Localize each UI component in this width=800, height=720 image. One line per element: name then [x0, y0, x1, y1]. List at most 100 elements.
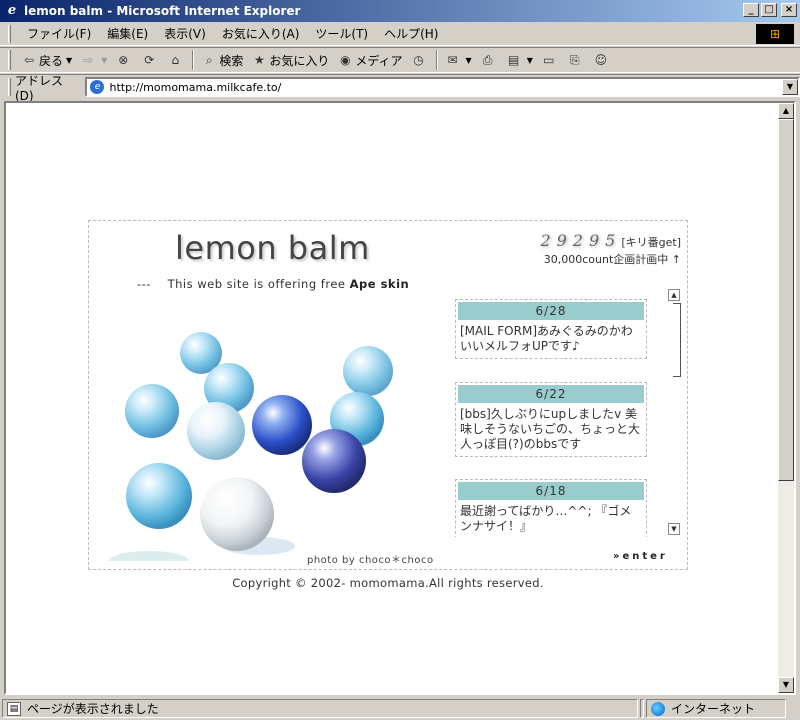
messenger-icon: ☺: [594, 53, 608, 67]
research-icon: ⎘: [570, 53, 580, 67]
scroll-thumb[interactable]: [778, 119, 794, 481]
refresh-button[interactable]: ⟳: [137, 49, 163, 71]
discuss-icon: ▭: [543, 53, 555, 67]
home-icon: ⌂: [171, 53, 180, 67]
back-arrow-icon: ⇦: [23, 53, 35, 67]
news-text: 最近謝ってばかり…^^; 『ゴメンナサイ！』: [460, 504, 632, 533]
media-label: メディア: [355, 53, 403, 68]
status-cell: [640, 699, 644, 718]
site-tagline: --- This web site is offering free Ape s…: [137, 277, 409, 291]
menu-view[interactable]: 表示(V): [156, 25, 214, 42]
stop-button[interactable]: ⊗: [111, 49, 137, 71]
security-zone: インターネット: [646, 699, 786, 718]
status-main: ▤ ページが表示されました: [2, 699, 638, 718]
page-viewport[interactable]: lemon balm --- This web site is offering…: [4, 101, 796, 695]
news-scroll-up-icon[interactable]: ▲: [668, 289, 680, 301]
media-button[interactable]: ◉ メディア: [333, 49, 406, 71]
menu-edit[interactable]: 編集(E): [99, 25, 156, 42]
menu-file[interactable]: ファイル(F): [19, 25, 99, 42]
maximize-button[interactable]: □: [761, 3, 777, 17]
news-scroll-down-icon[interactable]: ▼: [668, 523, 680, 535]
mail-button[interactable]: ✉ ▼: [441, 49, 476, 71]
back-dropdown-icon[interactable]: ▼: [66, 56, 72, 65]
address-bar: アドレス(D) e http://momomama.milkcafe.to/ ▼: [0, 74, 800, 103]
news-text: [bbs]久しぶりにupしましたv 美味しそうないちごの、ちょっと大人っぽ目(?…: [460, 407, 641, 451]
address-input[interactable]: e http://momomama.milkcafe.to/ ▼: [85, 77, 800, 97]
zone-text: インターネット: [671, 702, 756, 716]
counter-note: 30,000count企画計画中 ↑: [543, 253, 681, 266]
news-panel[interactable]: 6/28 [MAIL FORM]あみぐるみのかわいいメルフォUPです♪ 6/22…: [455, 289, 681, 537]
page-vertical-scrollbar[interactable]: ▲ ▼: [778, 103, 794, 693]
favorites-icon: ★: [253, 53, 265, 67]
close-button[interactable]: ×: [781, 3, 797, 17]
edit-button[interactable]: ▤ ▼: [502, 49, 537, 71]
scroll-down-icon[interactable]: ▼: [778, 677, 794, 693]
status-bar: ▤ ページが表示されました インターネット: [0, 697, 800, 720]
copyright-text: Copyright © 2002- momomama.All rights re…: [232, 576, 544, 590]
refresh-icon: ⟳: [144, 53, 155, 67]
stop-icon: ⊗: [118, 53, 129, 67]
back-label: 戻る: [39, 53, 64, 68]
discuss-button[interactable]: ▭: [537, 49, 563, 71]
menu-favorites[interactable]: お気に入り(A): [214, 25, 308, 42]
menu-help[interactable]: ヘルプ(H): [376, 25, 446, 42]
news-item: 6/18 最近謝ってばかり…^^; 『ゴメンナサイ！』: [455, 479, 647, 537]
address-dropdown-button[interactable]: ▼: [782, 79, 798, 95]
marbles-photo: [89, 331, 399, 561]
search-label: 検索: [219, 53, 244, 68]
news-scroll-thumb[interactable]: [673, 303, 681, 377]
history-button[interactable]: ◷: [407, 49, 433, 71]
news-scrollbar[interactable]: ▲ ▼: [667, 289, 681, 537]
site-frame: lemon balm --- This web site is offering…: [88, 220, 688, 570]
news-date: 6/22: [458, 385, 644, 403]
home-button[interactable]: ⌂: [163, 49, 189, 71]
internet-zone-icon: [651, 701, 665, 716]
address-url: http://momomama.milkcafe.to/: [109, 80, 282, 94]
windows-logo-icon: ⊞: [756, 24, 794, 44]
address-label: アドレス(D): [15, 73, 64, 103]
counter-digits: 29295: [540, 231, 622, 250]
print-button[interactable]: ⎙: [476, 49, 502, 71]
edit-icon: ▤: [508, 53, 520, 67]
forward-button[interactable]: ⇨ ▼: [76, 49, 111, 71]
toolbar-grip[interactable]: [8, 24, 11, 43]
forward-dropdown-icon[interactable]: ▼: [101, 56, 107, 65]
news-date: 6/28: [458, 302, 644, 320]
page-done-icon: ▤: [7, 701, 21, 716]
photo-credit: photo by choco＊choco: [307, 555, 434, 566]
favorites-button[interactable]: ★ お気に入り: [247, 49, 333, 71]
tagline-skin-name: Ape skin: [349, 277, 410, 291]
toolbar-separator: [192, 50, 195, 70]
page-icon: e: [90, 80, 105, 94]
ie-logo-icon: e: [7, 3, 17, 18]
back-button[interactable]: ⇦ 戻る ▼: [17, 49, 76, 71]
news-item: 6/22 [bbs]久しぶりにupしましたv 美味しそうないちごの、ちょっと大人…: [455, 382, 647, 457]
tagline-text: --- This web site is offering free: [137, 277, 350, 291]
search-icon: ⌕: [205, 53, 213, 67]
research-button[interactable]: ⎘: [563, 49, 589, 71]
minimize-button[interactable]: _: [743, 3, 759, 17]
scroll-up-icon[interactable]: ▲: [778, 103, 794, 119]
menu-bar: ファイル(F) 編集(E) 表示(V) お気に入り(A) ツール(T) ヘルプ(…: [0, 22, 800, 46]
search-button[interactable]: ⌕ 検索: [197, 49, 247, 71]
history-icon: ◷: [413, 53, 424, 67]
toolbar-separator: [435, 50, 438, 70]
window-title: lemon balm - Microsoft Internet Explorer: [24, 4, 301, 18]
site-title: lemon balm: [175, 229, 370, 267]
status-text: ページが表示されました: [27, 702, 159, 716]
menu-tools[interactable]: ツール(T): [307, 25, 376, 42]
access-counter: 29295[キリ番get] 30,000count企画計画中 ↑: [540, 231, 681, 267]
standard-toolbar: ⇦ 戻る ▼ ⇨ ▼ ⊗ ⟳ ⌂ ⌕ 検索 ★ お気に入り ◉ メディア ◷ ✉…: [0, 47, 800, 73]
window-title-bar[interactable]: e lemon balm - Microsoft Internet Explor…: [0, 0, 800, 22]
edit-dropdown-icon[interactable]: ▼: [527, 56, 533, 65]
toolbar-grip[interactable]: [8, 50, 11, 70]
toolbar-grip[interactable]: [8, 78, 11, 96]
print-icon: ⎙: [482, 53, 493, 67]
mail-icon: ✉: [447, 53, 458, 67]
mail-dropdown-icon[interactable]: ▼: [466, 56, 472, 65]
enter-link[interactable]: »enter: [613, 551, 668, 562]
forward-arrow-icon: ⇨: [83, 53, 94, 67]
news-item: 6/28 [MAIL FORM]あみぐるみのかわいいメルフォUPです♪: [455, 299, 647, 359]
messenger-button[interactable]: ☺: [589, 49, 615, 71]
kiriban-link[interactable]: [キリ番get]: [621, 236, 681, 249]
